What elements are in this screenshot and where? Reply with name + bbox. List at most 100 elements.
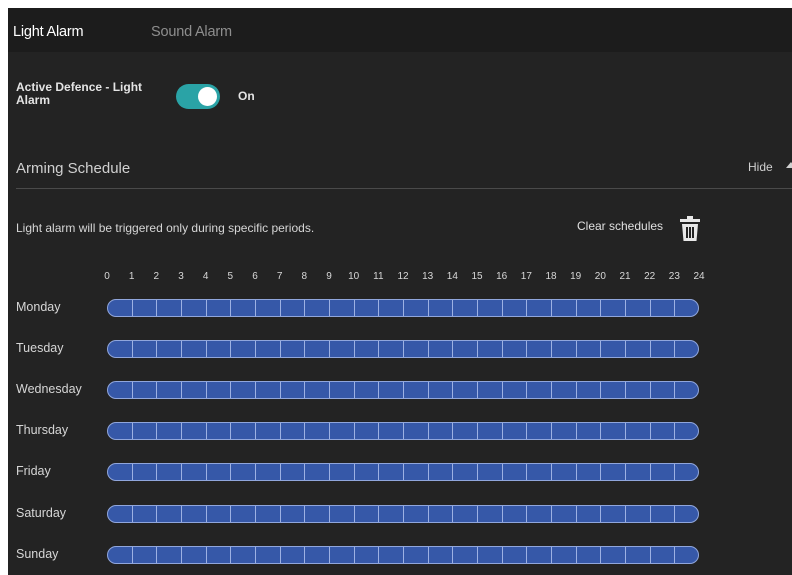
hour-divider — [353, 382, 355, 399]
hour-label: 13 — [422, 271, 434, 282]
hour-divider — [353, 341, 355, 358]
hour-label: 6 — [252, 271, 258, 282]
hour-divider — [551, 546, 552, 563]
hour-label: 10 — [348, 271, 360, 282]
hour-divider — [255, 423, 256, 440]
schedule-bar[interactable] — [107, 299, 699, 317]
hour-divider — [181, 382, 182, 399]
tab-light-alarm[interactable]: Light Alarm — [13, 24, 84, 40]
hour-divider — [131, 382, 133, 399]
hour-label: 2 — [153, 271, 160, 282]
chevron-up-icon[interactable] — [786, 162, 792, 168]
hour-label: 3 — [178, 271, 184, 282]
hour-divider — [526, 423, 528, 440]
hour-divider — [304, 505, 306, 522]
hour-divider — [625, 505, 626, 522]
hour-divider — [600, 341, 602, 358]
tab-sound-alarm[interactable]: Sound Alarm — [151, 24, 232, 40]
hour-divider — [625, 423, 626, 440]
hour-divider — [156, 505, 158, 522]
hour-divider — [551, 505, 552, 522]
hour-divider — [304, 341, 306, 358]
hour-divider — [575, 464, 577, 481]
hour-label: 1 — [128, 271, 135, 282]
hour-divider — [181, 464, 182, 481]
hour-label: 11 — [373, 271, 384, 282]
hour-divider — [477, 464, 478, 481]
hour-divider — [329, 423, 330, 440]
day-label: Wednesday — [16, 382, 82, 397]
hour-label: 14 — [446, 271, 458, 282]
hour-divider — [156, 341, 158, 358]
hour-divider — [131, 300, 133, 316]
schedule-bar[interactable] — [107, 340, 699, 359]
hour-label: 23 — [668, 271, 680, 282]
hour-divider — [551, 382, 552, 399]
hour-divider — [230, 300, 232, 316]
hour-divider — [378, 341, 380, 358]
hour-divider — [230, 546, 232, 563]
hour-divider — [526, 300, 528, 316]
hour-divider — [353, 505, 355, 522]
hour-divider — [403, 341, 404, 358]
active-defence-toggle[interactable] — [176, 84, 220, 109]
hour-divider — [452, 546, 454, 563]
hide-button[interactable]: Hide — [748, 160, 773, 174]
schedule-bar[interactable] — [107, 422, 699, 441]
schedule-bar[interactable] — [107, 463, 699, 482]
hour-divider — [600, 300, 602, 316]
hour-divider — [501, 341, 503, 358]
hour-divider — [452, 505, 454, 522]
hour-label: 15 — [471, 271, 483, 282]
hour-divider — [403, 464, 404, 481]
trash-icon[interactable] — [679, 216, 701, 242]
hour-label: 17 — [520, 271, 532, 282]
hour-divider — [427, 300, 429, 316]
hour-divider — [625, 546, 626, 563]
hour-divider — [674, 423, 676, 440]
hour-divider — [526, 382, 528, 399]
hour-divider — [181, 505, 182, 522]
hour-divider — [600, 423, 602, 440]
hour-divider — [501, 382, 503, 399]
hour-divider — [279, 464, 281, 481]
hour-divider — [378, 546, 380, 563]
schedule-bar[interactable] — [107, 545, 699, 564]
hour-divider — [353, 300, 355, 316]
hour-divider — [230, 505, 232, 522]
day-label: Tuesday — [16, 341, 64, 356]
hour-divider — [600, 505, 602, 522]
hour-label: 0 — [104, 271, 110, 282]
day-label: Monday — [16, 300, 61, 314]
hour-divider — [477, 505, 478, 522]
hour-divider — [501, 423, 503, 440]
day-label: Sunday — [16, 546, 59, 561]
hour-divider — [156, 546, 158, 563]
clear-schedules-button[interactable]: Clear schedules — [577, 219, 663, 233]
hour-divider — [452, 464, 454, 481]
schedule-bar[interactable] — [107, 381, 699, 400]
hour-divider — [551, 464, 552, 481]
hour-divider — [304, 546, 306, 563]
hour-divider — [501, 300, 503, 316]
hour-divider — [230, 382, 232, 399]
hour-divider — [649, 341, 651, 358]
schedule-description: Light alarm will be triggered only durin… — [16, 221, 315, 235]
hour-divider — [230, 423, 232, 440]
hour-divider — [279, 546, 281, 563]
hour-divider — [674, 300, 676, 316]
hour-divider — [279, 382, 281, 399]
hour-divider — [329, 341, 330, 358]
hour-divider — [674, 341, 676, 358]
hour-divider — [452, 300, 454, 316]
hour-divider — [625, 300, 626, 316]
section-divider — [16, 188, 792, 189]
hour-label: 7 — [276, 271, 283, 282]
hour-divider — [205, 382, 207, 399]
hour-divider — [551, 300, 552, 316]
day-label: Thursday — [16, 423, 69, 438]
schedule-bar[interactable] — [107, 504, 699, 523]
hour-label: 21 — [619, 271, 631, 282]
hour-divider — [205, 423, 207, 440]
hour-divider — [156, 464, 158, 481]
